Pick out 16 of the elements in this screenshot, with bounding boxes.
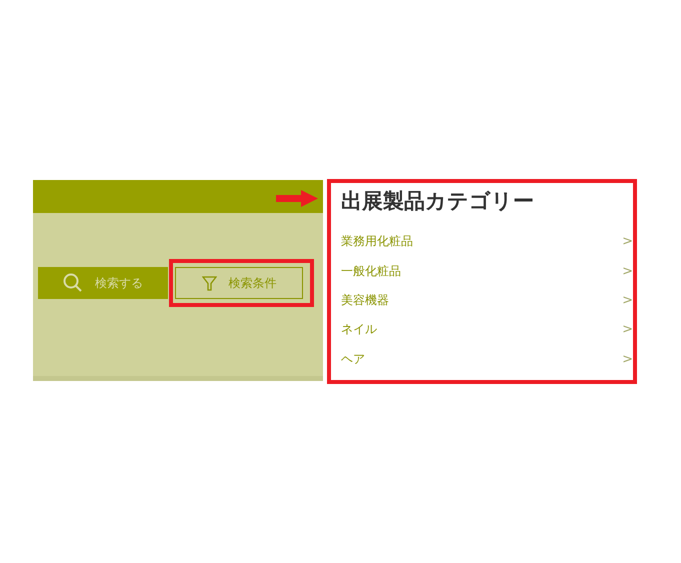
arrow-icon xyxy=(276,190,318,207)
chevron-icon: > xyxy=(622,352,633,367)
chevron-icon: > xyxy=(622,292,633,308)
filter-button[interactable]: 検索条件 xyxy=(175,267,303,299)
chevron-icon: > xyxy=(622,264,633,279)
category-item[interactable]: ヘア > xyxy=(341,344,633,374)
category-item[interactable]: 一般化粧品 > xyxy=(341,256,633,286)
filter-icon xyxy=(202,276,216,290)
search-button[interactable]: 検索する xyxy=(38,267,168,299)
chevron-icon: > xyxy=(622,234,633,250)
category-item[interactable]: 業務用化粧品 > xyxy=(341,227,633,256)
category-item[interactable]: 美容機器 > xyxy=(341,286,633,316)
category-item[interactable]: ネイル > xyxy=(341,315,633,345)
panel-title: 出展製品カテゴリー xyxy=(341,188,535,215)
search-icon xyxy=(63,273,83,293)
chevron-icon: > xyxy=(622,322,633,338)
